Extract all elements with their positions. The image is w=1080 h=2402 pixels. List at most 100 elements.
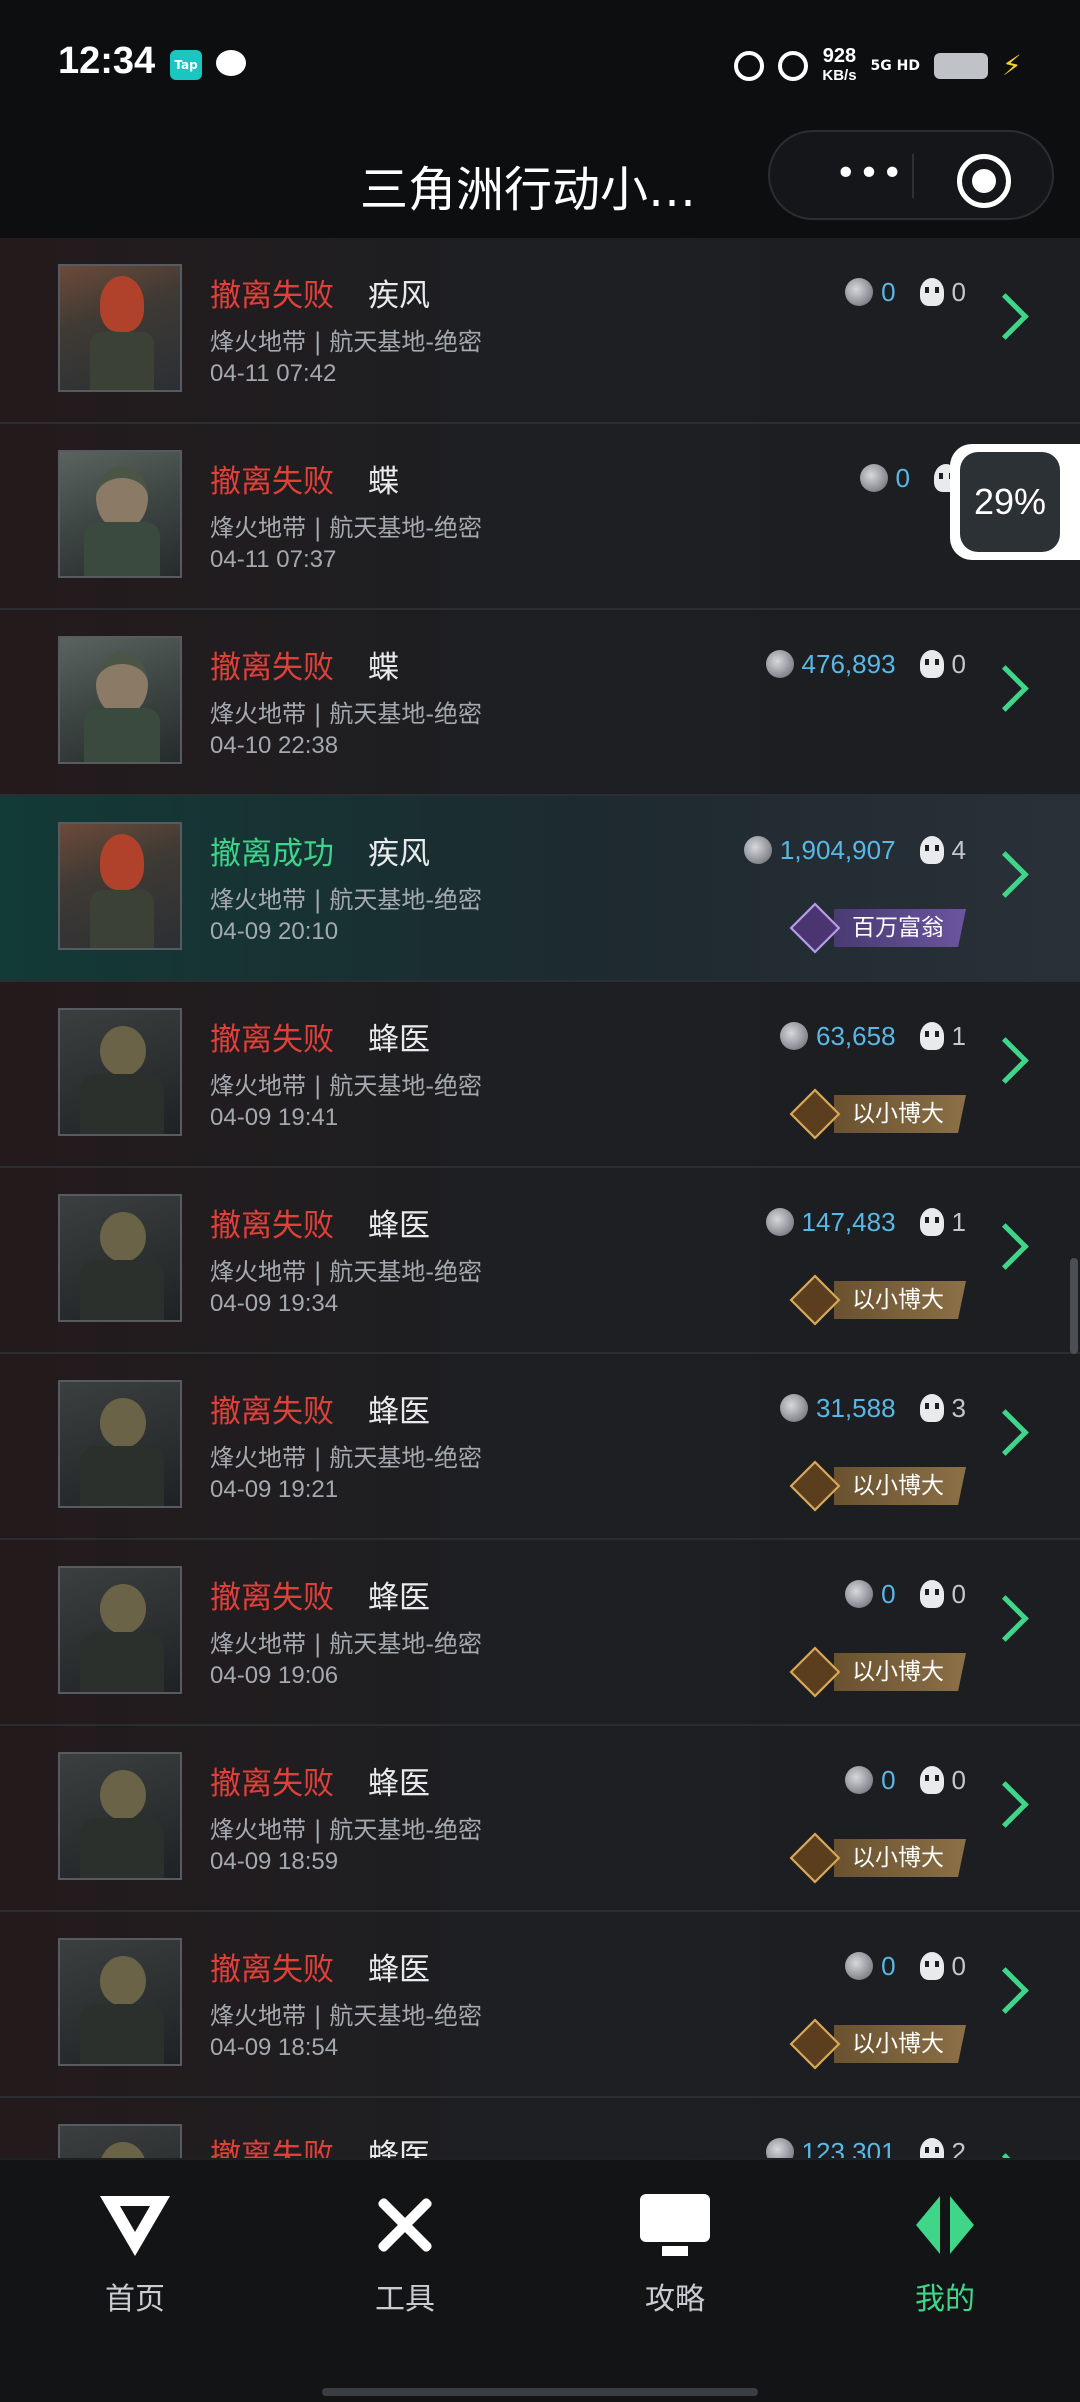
chevron-right-icon[interactable] [982, 1781, 1029, 1828]
match-time: 04-09 19:21 [210, 1476, 339, 1503]
match-record-row[interactable]: 撤离失败 蜂医 123,301 2 [0, 2098, 1080, 2158]
match-record-row[interactable]: 撤离失败蝶烽火地带 | 航天基地-绝密 04-10 22:38 476,893 0 [0, 610, 1080, 796]
chevron-right-icon[interactable] [982, 1967, 1029, 2014]
scrollbar[interactable] [1070, 1258, 1078, 1354]
operator-avatar [58, 2124, 182, 2158]
tools-icon [370, 2190, 440, 2260]
nav-tab-3[interactable]: 攻略 [590, 2190, 760, 2318]
skull-icon [919, 1766, 944, 1794]
badge-emblem-icon [789, 1088, 841, 1140]
match-record-row[interactable]: 撤离失败 蜂医 烽火地带 | 航天基地-绝密 04-09 18:59 0 0 以小博大 [0, 1726, 1080, 1912]
kill-count: 0 [951, 276, 966, 307]
map-mode: 烽火地带 | 航天基地-绝密 [210, 1816, 483, 1844]
operator-avatar [58, 264, 182, 392]
match-record-row[interactable]: 撤离成功 疾风 烽火地带 | 航天基地-绝密 04-09 20:10 1,904,90… [0, 796, 1080, 982]
match-time: 04-09 20:10 [210, 918, 339, 945]
home-indicator[interactable] [322, 2388, 758, 2396]
money-value: 1,904,907 [779, 834, 896, 865]
operator-avatar [58, 636, 182, 764]
extraction-status: 撤离失败 [210, 278, 334, 314]
skull-icon [919, 836, 944, 864]
match-stats: 0 0 [845, 1574, 966, 1614]
match-record-row[interactable]: 撤离失败 蜂医 烽火地带 | 航天基地-绝密 04-09 19:21 31,588 3… [0, 1354, 1080, 1540]
match-record-row[interactable]: 撤离失败 疾风 烽火地带 | 航天基地-绝密 04-11 07:42 0 0 [0, 238, 1080, 424]
coin-icon [845, 1580, 874, 1608]
coin-icon [845, 278, 874, 306]
operator-avatar [58, 1752, 182, 1880]
chevron-right-icon[interactable] [982, 1409, 1029, 1456]
map-mode: 烽火地带 | 航天基地-绝密 [210, 886, 483, 914]
operator-name: 蜂医 [368, 1952, 430, 1988]
map-mode: 烽火地带 | 航天基地-绝密 [210, 514, 483, 542]
operator-avatar [58, 822, 182, 950]
match-record-row[interactable]: 撤离失败 蜂医 烽火地带 | 航天基地-绝密 04-09 19:06 0 0 以小博大 [0, 1540, 1080, 1726]
chevron-right-icon[interactable] [982, 1595, 1029, 1642]
money-value: 476,893 [801, 648, 896, 679]
match-time: 04-09 18:59 [210, 1848, 339, 1875]
skull-icon [919, 1580, 944, 1608]
floating-progress-widget[interactable]: 29% [950, 444, 1080, 560]
nav-tab-label: 首页 [105, 2282, 165, 2317]
money-value: 0 [895, 462, 910, 493]
badge-label: 以小博大 [834, 1095, 966, 1133]
battery-icon [934, 53, 988, 79]
coin-icon [859, 464, 888, 492]
achievement-badge: 以小博大 [789, 2018, 966, 2070]
money-value: 31,588 [816, 1392, 896, 1423]
achievement-badge: 以小博大 [789, 1274, 966, 1326]
kill-count: 0 [951, 1950, 966, 1981]
kill-count: 1 [951, 1020, 966, 1051]
match-record-list[interactable]: 撤离失败 疾风 烽火地带 | 航天基地-绝密 04-11 07:42 0 0 撤离失败… [0, 238, 1080, 2158]
extraction-status: 撤离失败 [210, 1022, 334, 1058]
skull-icon [919, 2138, 944, 2158]
operator-avatar [58, 1008, 182, 1136]
alarm-icon [734, 51, 765, 81]
bottom-navigation: 首页 工具 攻略 我的 [0, 2158, 1080, 2402]
money-value: 147,483 [801, 1206, 896, 1237]
chevron-right-icon[interactable] [982, 293, 1029, 340]
chevron-right-icon[interactable] [982, 1223, 1029, 1270]
chevron-right-icon[interactable] [982, 1037, 1029, 1084]
mini-program-title-bar: 三角洲行动小… ••• [0, 130, 1080, 238]
operator-name: 疾风 [368, 836, 430, 872]
net-speed-unit: KB/s [822, 67, 857, 84]
match-stats: 0 0 [845, 1760, 966, 1800]
map-mode: 烽火地带 | 航天基地-绝密 [210, 1630, 483, 1658]
match-record-row[interactable]: 撤离失败 蜂医 烽火地带 | 航天基地-绝密 04-09 18:54 0 0 以小博大 [0, 1912, 1080, 2098]
net-speed: 928 KB/s [822, 46, 856, 86]
match-record-row[interactable]: 撤离失败蝶烽火地带 | 航天基地-绝密 04-11 07:37 0 [0, 424, 1080, 610]
match-stats: 147,483 1 [765, 1202, 966, 1242]
coin-icon [845, 1766, 874, 1794]
nav-tab-2[interactable]: 工具 [320, 2190, 490, 2318]
badge-emblem-icon [789, 1832, 841, 1884]
match-record-row[interactable]: 撤离失败 蜂医 烽火地带 | 航天基地-绝密 04-09 19:41 63,658 1… [0, 982, 1080, 1168]
chevron-right-icon[interactable] [982, 665, 1029, 712]
skull-icon [919, 650, 944, 678]
match-stats: 31,588 3 [780, 1388, 966, 1428]
money-value: 0 [881, 1578, 896, 1609]
coin-icon [780, 1022, 808, 1050]
close-target-icon[interactable] [957, 154, 1011, 208]
badge-emblem-icon [789, 1646, 841, 1698]
badge-label: 百万富翁 [834, 909, 966, 947]
nav-tab-label: 工具 [375, 2282, 435, 2317]
match-stats: 0 0 [845, 1946, 966, 1986]
nav-tab-1[interactable]: 首页 [50, 2190, 220, 2318]
mute-bell-icon [778, 51, 809, 81]
me-logo-icon [910, 2190, 980, 2260]
chevron-right-icon[interactable] [982, 851, 1029, 898]
extraction-status: 撤离失败 [210, 1580, 334, 1616]
badge-emblem-icon [789, 902, 841, 954]
achievement-badge: 百万富翁 [789, 902, 966, 954]
badge-label: 以小博大 [834, 1653, 966, 1691]
match-time: 04-09 19:06 [210, 1662, 339, 1689]
match-record-row[interactable]: 撤离失败 蜂医 烽火地带 | 航天基地-绝密 04-09 19:34 147,483 … [0, 1168, 1080, 1354]
operator-name: 蜂医 [368, 2138, 430, 2158]
operator-avatar [58, 1938, 182, 2066]
money-value: 0 [881, 1764, 896, 1795]
extraction-status: 撤离失败 [210, 2138, 334, 2158]
nav-tab-label: 我的 [915, 2282, 975, 2317]
badge-label: 以小博大 [834, 1839, 966, 1877]
match-stats: 476,893 0 [765, 644, 966, 684]
nav-tab-4[interactable]: 我的 [860, 2190, 1030, 2318]
